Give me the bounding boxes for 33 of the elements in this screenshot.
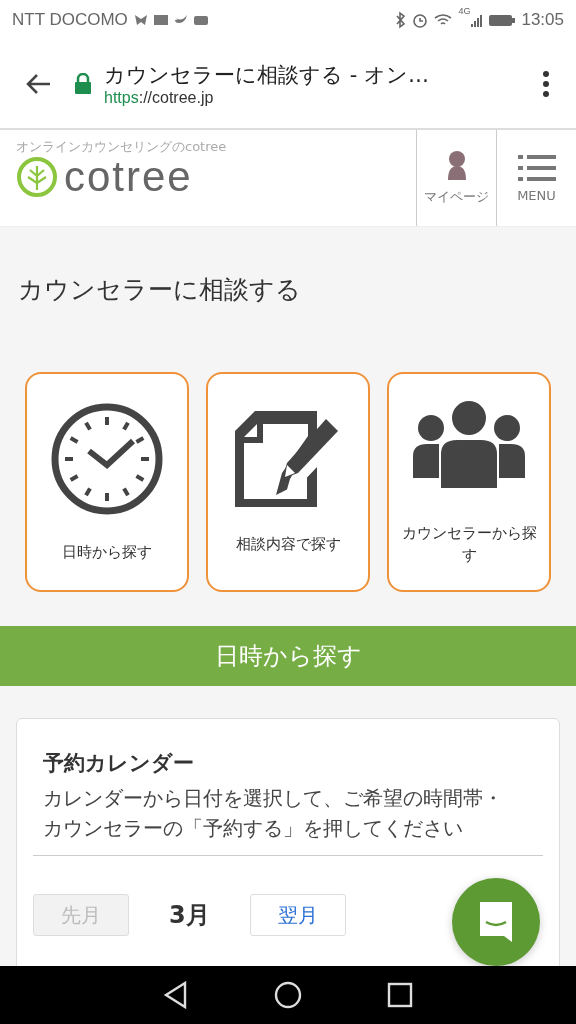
- signal-icon: [471, 13, 484, 27]
- more-icon[interactable]: [542, 70, 550, 98]
- game-icon: [193, 14, 208, 26]
- bird-icon: [173, 14, 188, 26]
- back-nav-icon[interactable]: [162, 981, 189, 1009]
- app-notification-icon: [133, 14, 148, 26]
- url-text[interactable]: https://cotree.jp: [104, 89, 520, 107]
- menu-icon: [517, 153, 556, 182]
- recents-nav-icon[interactable]: [387, 982, 414, 1008]
- clock-time: 13:05: [521, 10, 564, 30]
- search-option-card[interactable]: カウンセラーから探す: [387, 372, 551, 592]
- calendar-description: カレンダーから日付を選択して、ご希望の時間帯・カウンセラーの「予約する」を押してください: [43, 785, 503, 842]
- section-heading: カウンセラーに相談する: [18, 274, 302, 306]
- search-option-card[interactable]: 日時から探す: [25, 372, 189, 592]
- month-label: 3月: [169, 900, 210, 931]
- lock-icon: [74, 73, 92, 95]
- network-label: 4G: [458, 6, 471, 16]
- page-title: カウンセラーに相談する - オン…: [104, 62, 430, 89]
- bluetooth-icon: [396, 11, 407, 29]
- month-nav-button[interactable]: 翌月: [249, 894, 346, 936]
- carrier-name: NTT DOCOMO: [12, 10, 128, 30]
- alarm-icon: [412, 12, 429, 28]
- home-nav-icon[interactable]: [274, 981, 302, 1009]
- site-tagline: オンラインカウンセリングのcotree: [16, 138, 228, 156]
- calendar-title: 予約カレンダー: [43, 750, 195, 777]
- site-logo[interactable]: cotree: [64, 156, 193, 198]
- search-option-card[interactable]: 相談内容で探す: [206, 372, 370, 592]
- wifi-icon: [434, 13, 453, 27]
- back-icon[interactable]: [24, 72, 52, 96]
- person-icon: [445, 150, 468, 182]
- battery-icon: [489, 13, 516, 27]
- section-bar: 日時から探す: [0, 626, 576, 686]
- mail-icon: [153, 14, 168, 26]
